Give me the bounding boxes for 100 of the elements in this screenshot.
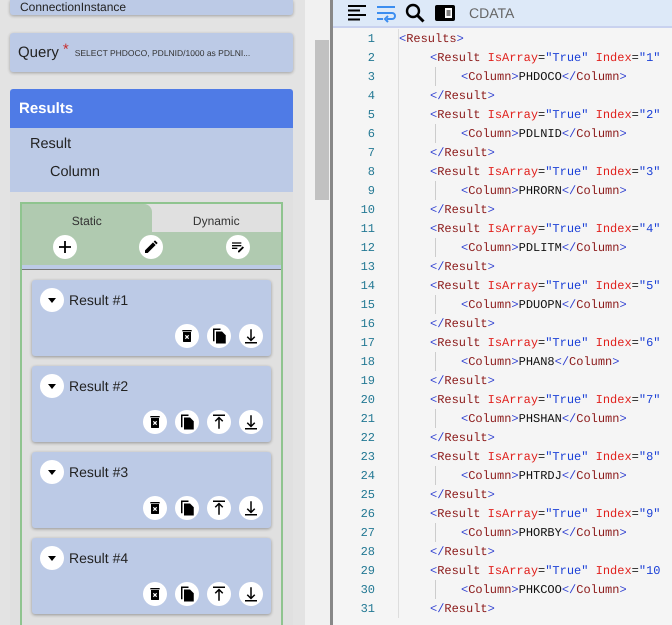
line-number: 3 (366, 70, 376, 84)
code-line: <Results> (399, 32, 464, 46)
tree-item[interactable]: Column (10, 158, 293, 186)
results-header: Results (10, 89, 293, 128)
arrow-down-bar-icon[interactable] (239, 324, 263, 348)
code-line: <Column>PDLITM</Column> (460, 240, 627, 254)
code-line: <Result IsArray="True" Index="8" (429, 450, 660, 464)
search-icon[interactable] (405, 3, 425, 23)
line-number: 24 (360, 468, 376, 482)
code-line: </Result> (429, 88, 495, 102)
code-line: <Column>PHKCOO</Column> (460, 582, 627, 596)
code-line: <Result IsArray="True" Index="4" (429, 222, 660, 236)
code-line: </Result> (429, 146, 495, 160)
code-line: <Result IsArray="True" Index="1" (429, 50, 660, 64)
code-line: </Result> (429, 374, 495, 388)
list-pencil-icon[interactable] (226, 235, 250, 259)
copy-icon[interactable] (175, 582, 199, 606)
caret-down-icon[interactable] (40, 374, 64, 398)
line-number: 8 (366, 164, 376, 178)
line-number: 22 (360, 430, 376, 444)
line-number: 11 (360, 222, 376, 236)
line-number: 28 (360, 544, 376, 558)
cdata-button[interactable]: CDATA (469, 5, 514, 21)
arrow-up-bar-icon[interactable] (207, 582, 231, 606)
line-number: 15 (360, 298, 376, 312)
code-line: </Result> (429, 430, 495, 444)
copy-icon[interactable] (175, 496, 199, 520)
line-number: 13 (360, 260, 376, 274)
query-label: Query (18, 44, 59, 61)
line-number: 12 (360, 240, 376, 254)
delete-icon[interactable] (143, 410, 167, 434)
line-number: 25 (360, 488, 376, 502)
line-number: 29 (360, 564, 376, 578)
code-line: <Result IsArray="True" Index="7" (429, 392, 660, 406)
line-number: 6 (366, 126, 376, 140)
required-mark: * (62, 41, 69, 58)
code-line: <Result IsArray="True" Index="6" (429, 336, 660, 350)
result-title: Result #3 (69, 464, 128, 480)
line-number: 31 (360, 602, 376, 616)
code-line: <Column>PHDOCO</Column> (460, 70, 627, 84)
caret-down-icon[interactable] (40, 546, 64, 570)
result-title: Result #2 (69, 378, 128, 394)
arrow-down-bar-icon[interactable] (239, 410, 263, 434)
code-line: <Result IsArray="True" Index="10 (429, 564, 660, 578)
line-number: 20 (360, 392, 376, 406)
line-number: 19 (360, 374, 376, 388)
line-number: 1 (366, 32, 376, 46)
delete-icon[interactable] (143, 496, 167, 520)
line-number: 21 (360, 412, 376, 426)
copy-icon[interactable] (207, 324, 231, 348)
code-line: </Result> (429, 488, 495, 502)
query-value: SELECT PHDOCO, PDLNID/1000 as PDLNI... (74, 48, 250, 58)
plus-icon[interactable] (53, 235, 78, 259)
code-line: </Result> (429, 544, 495, 558)
code-line: <Column>PHAN8</Column> (460, 354, 620, 368)
line-number: 30 (360, 582, 376, 596)
line-number: 23 (360, 450, 376, 464)
line-number: 9 (366, 184, 376, 198)
pencil-icon[interactable] (139, 235, 164, 259)
line-number: 16 (360, 316, 376, 330)
code-line: </Result> (429, 602, 495, 616)
code-line: <Column>PHRORN</Column> (460, 184, 627, 198)
arrow-up-bar-icon[interactable] (207, 496, 231, 520)
arrow-down-bar-icon[interactable] (239, 496, 263, 520)
tab[interactable]: Static (22, 204, 152, 232)
line-number: 14 (360, 278, 376, 292)
line-number: 2 (366, 50, 376, 64)
code-line: </Result> (429, 202, 495, 216)
arrow-down-bar-icon[interactable] (239, 582, 263, 606)
panel-icon[interactable] (434, 3, 456, 23)
result-title: Result #4 (69, 550, 128, 566)
align-left-icon[interactable] (347, 3, 367, 23)
copy-icon[interactable] (175, 410, 199, 434)
line-number: 7 (366, 146, 376, 160)
tree-item[interactable]: Result (10, 130, 293, 158)
code-line: <Result IsArray="True" Index="5" (429, 278, 660, 292)
line-number: 4 (366, 88, 376, 102)
code-line: </Result> (429, 260, 495, 274)
delete-icon[interactable] (175, 324, 199, 348)
line-number: 17 (360, 336, 376, 350)
arrow-up-bar-icon[interactable] (207, 410, 231, 434)
code-line: <Column>PDLNID</Column> (460, 126, 627, 140)
code-line: <Column>PHORBY</Column> (460, 526, 627, 540)
line-number: 27 (360, 526, 376, 540)
line-number: 18 (360, 354, 376, 368)
word-wrap-icon[interactable] (376, 3, 396, 23)
code-line: <Column>PHSHAN</Column> (460, 412, 627, 426)
code-line: </Result> (429, 316, 495, 330)
result-title: Result #1 (69, 292, 128, 308)
code-line: <Result IsArray="True" Index="3" (429, 164, 660, 178)
line-number: 10 (360, 202, 376, 216)
code-line: <Result IsArray="True" Index="2" (429, 108, 660, 122)
caret-down-icon[interactable] (40, 460, 64, 484)
caret-down-icon[interactable] (40, 288, 64, 312)
query-field[interactable]: Query * SELECT PHDOCO, PDLNID/1000 as PDLNI... (10, 33, 293, 72)
line-number: 5 (366, 108, 376, 122)
delete-icon[interactable] (143, 582, 167, 606)
scrollbar[interactable] (305, 0, 330, 625)
connection-label: ConnectionInstance (20, 1, 126, 14)
line-number: 26 (360, 506, 376, 520)
